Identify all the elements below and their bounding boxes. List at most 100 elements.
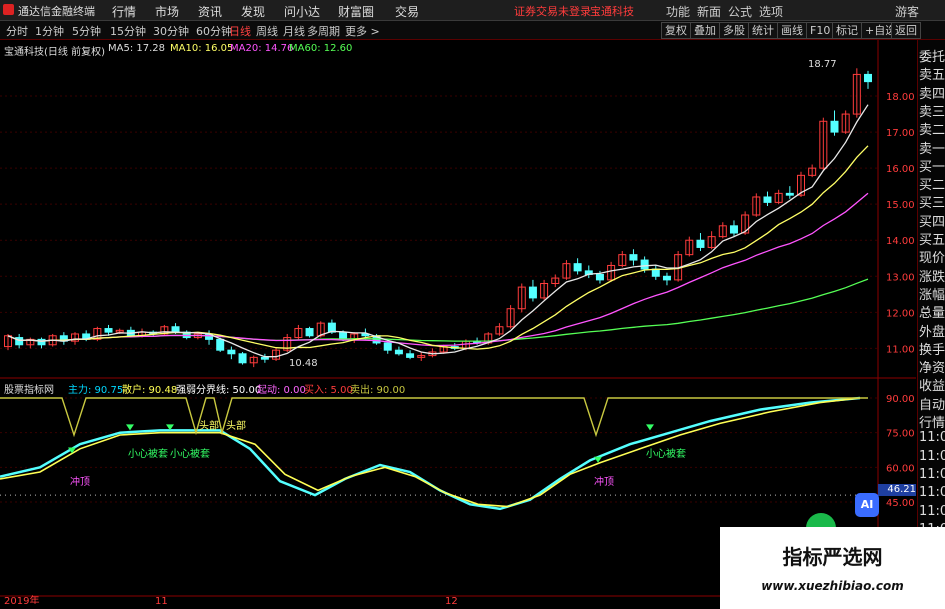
side-item-10[interactable]: 买五 (919, 229, 945, 248)
function-button[interactable]: 功能 (666, 3, 690, 20)
side-item-17[interactable]: 净资 (919, 357, 945, 376)
buy-arrow-icon (126, 424, 134, 431)
side-item-14[interactable]: 总量 (919, 302, 945, 321)
tab-period-6[interactable]: 日线 (229, 23, 251, 39)
side-item-20[interactable]: 行情 (919, 412, 945, 431)
side-item-15[interactable]: 外盘 (919, 321, 945, 340)
guest-button[interactable]: 游客 (895, 3, 919, 20)
current-value-marker: 46.21 (878, 484, 916, 496)
candle-body (383, 342, 392, 351)
tab-period-9[interactable]: 多周期 (307, 23, 340, 39)
side-item-23[interactable]: 11:0 (919, 467, 945, 482)
price-tick-label: 18.00 (886, 92, 915, 103)
formula-button[interactable]: 公式 (728, 3, 752, 20)
watermark-url: www.xuezhibiao.com (761, 579, 904, 593)
annotation-peak: 冲顶 (70, 477, 90, 488)
menu-wealth[interactable]: 财富圈 (338, 3, 374, 20)
chart-area[interactable]: 18.00 17.00 16.00 15.00 14.00 13.00 12.00 11.00… (0, 40, 916, 607)
login-notice[interactable]: 证券交易未登录 (514, 3, 591, 19)
ind-start: 起动: 0.00 (257, 385, 306, 396)
side-item-16[interactable]: 换手 (919, 339, 945, 358)
menu-market[interactable]: 市场 (155, 3, 179, 20)
side-item-7[interactable]: 买二 (919, 174, 945, 193)
period-toolbar: 分时 1分钟 5分钟 15分钟 30分钟 60分钟 日线 周线 月线 多周期 更… (0, 21, 945, 40)
side-item-25[interactable]: 11:0 (919, 504, 945, 519)
ma10-line (7, 145, 869, 350)
broker-name: 宝通科技 (590, 5, 634, 18)
mark-button[interactable]: 标记 (832, 22, 862, 39)
ind-sell: 卖出: 90.00 (350, 385, 406, 396)
tab-period-2[interactable]: 5分钟 (72, 23, 101, 39)
annotation-caution: 小心被套 (646, 449, 686, 460)
menu-assistant[interactable]: 问小达 (284, 3, 320, 20)
candle-body (238, 353, 247, 364)
candle-body (339, 331, 348, 340)
indicator-name[interactable]: 股票指标网 (4, 381, 54, 396)
stock-name-label: 宝通科技(日线 前复权) (4, 47, 105, 58)
side-item-13[interactable]: 涨幅 (919, 284, 945, 303)
ai-assistant-button[interactable]: AI (855, 493, 879, 517)
candle-body (406, 353, 415, 358)
options-button[interactable]: 选项 (759, 3, 783, 20)
title-bar: 通达信金融终端 行情 市场 资讯 发现 问小达 财富圈 交易 证券交易未登录 宝… (0, 0, 945, 21)
side-item-12[interactable]: 涨跌 (919, 266, 945, 285)
candle-body (651, 268, 660, 277)
side-item-19[interactable]: 自动 (919, 394, 945, 413)
price-tick-label: 16.00 (886, 164, 915, 175)
side-item-8[interactable]: 买三 (919, 192, 945, 211)
side-item-6[interactable]: 买一 (919, 156, 945, 175)
side-item-11[interactable]: 现价 (919, 247, 945, 266)
tab-period-7[interactable]: 周线 (256, 23, 278, 39)
f10-button[interactable]: F10 (806, 22, 835, 39)
candle-body (104, 328, 113, 333)
tab-period-0[interactable]: 分时 (6, 23, 28, 39)
side-item-2[interactable]: 卖四 (919, 83, 945, 102)
side-item-3[interactable]: 卖三 (919, 101, 945, 120)
buy-arrow-icon (646, 424, 654, 431)
candle-body (171, 326, 180, 333)
stats-button[interactable]: 统计 (748, 22, 778, 39)
tab-period-1[interactable]: 1分钟 (35, 23, 64, 39)
side-item-0[interactable]: 委托 (919, 46, 945, 65)
tab-period-8[interactable]: 月线 (283, 23, 305, 39)
ind-buy: 买入: 5.00 (304, 385, 353, 396)
ma5-label: MA5: 17.28 (108, 43, 166, 54)
tab-period-10[interactable]: 更多 > (345, 23, 380, 39)
candle-body (729, 225, 738, 234)
ind-tick-label: 45.00 (886, 498, 915, 509)
side-item-21[interactable]: 11:0 (919, 430, 945, 445)
menu-discover[interactable]: 发现 (241, 3, 265, 20)
date-label: 11 (155, 596, 168, 604)
ma20-label: MA20: 14.76 (230, 43, 294, 54)
new-page-button[interactable]: 新面 (697, 3, 721, 20)
candle-body (528, 286, 537, 299)
multi-stock-button[interactable]: 多股 (719, 22, 749, 39)
adjust-button[interactable]: 复权 (661, 22, 691, 39)
menu-quotes[interactable]: 行情 (112, 3, 136, 20)
annotation-top: 头部 (226, 421, 246, 432)
side-item-1[interactable]: 卖五 (919, 64, 945, 83)
annotation-top: 头部 (199, 421, 219, 432)
side-item-4[interactable]: 卖二 (919, 119, 945, 138)
ma60-label: MA60: 12.60 (289, 43, 353, 54)
tab-period-5[interactable]: 60分钟 (196, 23, 232, 39)
menu-trade[interactable]: 交易 (395, 3, 419, 20)
candle-body (573, 263, 582, 272)
side-item-22[interactable]: 11:0 (919, 449, 945, 464)
menu-news[interactable]: 资讯 (198, 3, 222, 20)
price-tick-label: 11.00 (886, 344, 915, 355)
side-item-9[interactable]: 买四 (919, 211, 945, 230)
tab-period-4[interactable]: 30分钟 (153, 23, 189, 39)
side-item-18[interactable]: 收益 (919, 375, 945, 394)
ind-tick-label: 90.00 (886, 394, 915, 405)
kline-svg[interactable]: 18.00 17.00 16.00 15.00 14.00 13.00 12.00 11.00… (0, 40, 916, 607)
candle-body (394, 349, 403, 355)
side-item-5[interactable]: 卖一 (919, 138, 945, 157)
overlay-button[interactable]: 叠加 (690, 22, 720, 39)
draw-line-button[interactable]: 画线 (777, 22, 807, 39)
back-button[interactable]: 返回 (891, 22, 921, 39)
ind-threshold: 强弱分界线: 50.00 (176, 385, 262, 396)
candle-body (864, 73, 872, 83)
tab-period-3[interactable]: 15分钟 (110, 23, 146, 39)
side-item-24[interactable]: 11:0 (919, 485, 945, 500)
